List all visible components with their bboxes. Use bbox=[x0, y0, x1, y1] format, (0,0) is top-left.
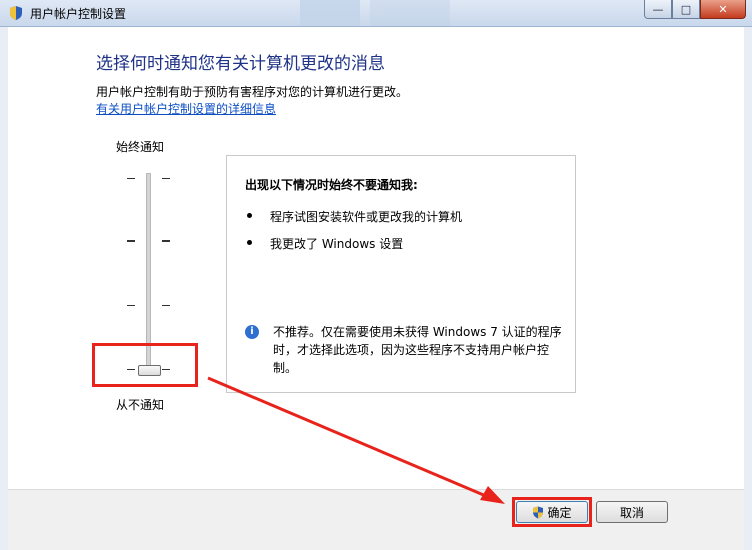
close-button[interactable]: ✕ bbox=[700, 0, 746, 19]
description-text: 用户帐户控制有助于预防有害程序对您的计算机进行更改。 bbox=[96, 85, 409, 99]
cancel-button[interactable]: 取消 bbox=[596, 501, 668, 523]
info-icon: i bbox=[245, 325, 259, 339]
title-bar-reflection bbox=[370, 0, 450, 26]
bullet-icon bbox=[247, 213, 252, 218]
title-bar-reflection bbox=[300, 0, 360, 26]
slider-tick bbox=[127, 240, 135, 242]
window-title: 用户帐户控制设置 bbox=[30, 7, 127, 21]
panel-title: 出现以下情况时始终不要通知我: bbox=[245, 178, 418, 192]
slider-bottom-label: 从不通知 bbox=[116, 398, 165, 412]
slider-tick bbox=[162, 240, 170, 242]
window-content: 选择何时通知您有关计算机更改的消息 用户帐户控制有助于预防有害程序对您的计算机进… bbox=[8, 27, 744, 550]
description-panel: 出现以下情况时始终不要通知我: 程序试图安装软件或更改我的计算机 我更改了 Wi… bbox=[226, 155, 576, 393]
slider-tick bbox=[162, 178, 170, 179]
ok-highlight-box bbox=[512, 497, 592, 527]
window-controls: — □ ✕ bbox=[644, 0, 746, 20]
warning-note: 不推荐。仅在需要使用未获得 Windows 7 认证的程序时，才选择此选项，因为… bbox=[273, 325, 562, 375]
title-bar: 用户帐户控制设置 — □ ✕ bbox=[0, 0, 752, 27]
slider-tick bbox=[127, 305, 135, 306]
slider-top-label: 始终通知 bbox=[116, 140, 165, 154]
page-title: 选择何时通知您有关计算机更改的消息 bbox=[96, 54, 385, 74]
slider-highlight-box bbox=[92, 343, 198, 387]
slider-tick bbox=[127, 178, 135, 179]
help-link[interactable]: 有关用户帐户控制设置的详细信息 bbox=[96, 100, 276, 117]
bullet-icon bbox=[247, 240, 252, 245]
uac-shield-icon bbox=[10, 6, 22, 20]
slider-tick bbox=[162, 305, 170, 306]
minimize-button[interactable]: — bbox=[644, 0, 672, 19]
maximize-button[interactable]: □ bbox=[672, 0, 700, 19]
